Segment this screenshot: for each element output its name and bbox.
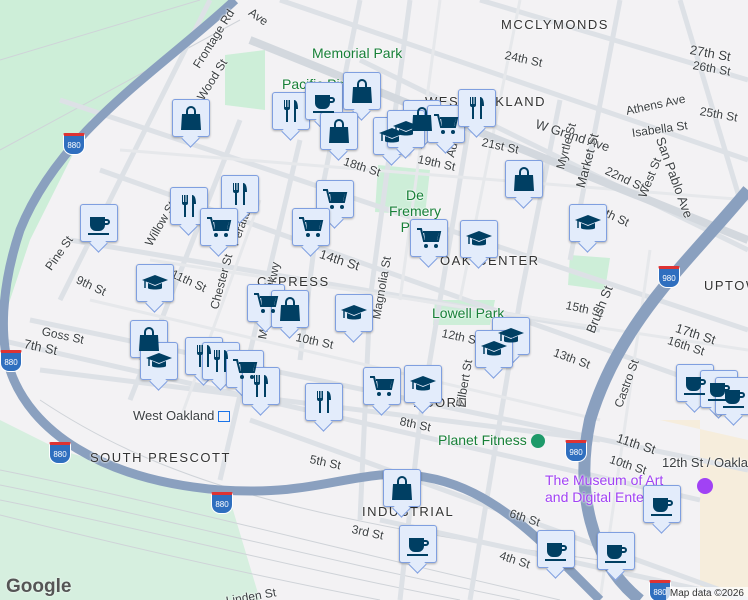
marker-shopping-cart[interactable]	[427, 105, 465, 143]
restaurant-icon	[254, 375, 268, 397]
poi-planet-fitness[interactable]: Planet Fitness	[438, 432, 545, 449]
transit-station-west-oakland[interactable]: West Oakland	[133, 408, 231, 423]
restaurant-icon	[284, 100, 298, 122]
marker-shopping-bag[interactable]	[383, 469, 421, 507]
highway-shield-880: 880	[0, 350, 22, 372]
highway-shield-880: 880	[49, 442, 71, 464]
shopping-cart-icon	[434, 114, 459, 134]
education-icon	[393, 121, 419, 136]
coffee-icon	[545, 543, 567, 561]
marker-shopping-cart[interactable]	[200, 208, 238, 246]
marker-education[interactable]	[404, 365, 442, 403]
marker-restaurant[interactable]	[170, 187, 208, 225]
park-area	[225, 50, 265, 110]
marker-coffee[interactable]	[537, 530, 575, 568]
shopping-bag-icon	[392, 476, 412, 500]
neighborhood-label: MCCLYMONDS	[501, 17, 609, 32]
restaurant-icon	[317, 391, 331, 413]
restaurant-icon	[470, 97, 484, 119]
marker-coffee[interactable]	[399, 525, 437, 563]
marker-restaurant[interactable]	[305, 383, 343, 421]
shopping-cart-icon	[299, 217, 324, 237]
transit-label: West Oakland	[133, 408, 215, 423]
highway-shield-880: 880	[63, 133, 85, 155]
shopping-bag-icon	[280, 297, 300, 321]
marker-restaurant[interactable]	[221, 175, 259, 213]
marker-education[interactable]	[460, 220, 498, 258]
marker-shopping-bag[interactable]	[320, 112, 358, 150]
train-icon	[218, 411, 231, 423]
marker-shopping-bag[interactable]	[505, 160, 543, 198]
marker-coffee[interactable]	[643, 485, 681, 523]
shopping-cart-icon	[370, 376, 395, 396]
museum-pin-icon	[697, 478, 713, 494]
education-icon	[481, 341, 507, 356]
marker-education[interactable]	[387, 110, 425, 148]
marker-shopping-cart[interactable]	[363, 367, 401, 405]
highway-shield-880: 880	[211, 492, 233, 514]
marker-coffee[interactable]	[715, 377, 748, 415]
shopping-cart-icon	[207, 217, 232, 237]
marker-education[interactable]	[136, 264, 174, 302]
education-icon	[575, 215, 601, 230]
marker-shopping-bag[interactable]	[271, 290, 309, 328]
shopping-cart-icon	[417, 228, 442, 248]
marker-education[interactable]	[475, 330, 513, 368]
poi-label: Planet Fitness	[438, 432, 527, 448]
restaurant-icon	[182, 195, 196, 217]
gym-pin-icon	[530, 434, 545, 449]
marker-shopping-cart[interactable]	[410, 219, 448, 257]
coffee-icon	[723, 390, 745, 408]
marker-education[interactable]	[335, 294, 373, 332]
transit-label[interactable]: 12th St / Oakla	[662, 455, 748, 470]
google-logo: Google	[6, 576, 72, 597]
shopping-bag-icon	[181, 106, 201, 130]
neighborhood-label: UPTOWN	[704, 278, 748, 293]
education-icon	[146, 353, 172, 368]
park-label: Memorial Park	[312, 45, 403, 61]
shopping-bag-icon	[329, 119, 349, 143]
marker-education[interactable]	[140, 342, 178, 380]
marker-restaurant[interactable]	[242, 367, 280, 405]
marker-coffee[interactable]	[597, 532, 635, 570]
education-icon	[341, 305, 367, 320]
coffee-icon	[605, 545, 627, 563]
education-icon	[466, 231, 492, 246]
highway-shield-980: 980	[658, 266, 680, 288]
restaurant-icon	[233, 183, 247, 205]
shopping-bag-icon	[514, 167, 534, 191]
marker-shopping-cart[interactable]	[292, 208, 330, 246]
coffee-icon	[651, 498, 673, 516]
education-icon	[142, 275, 168, 290]
marker-restaurant[interactable]	[458, 89, 496, 127]
shopping-cart-icon	[323, 189, 348, 209]
shopping-bag-icon	[352, 79, 372, 103]
education-icon	[410, 376, 436, 391]
map-attribution[interactable]: Map data ©2026	[665, 587, 748, 600]
marker-coffee[interactable]	[305, 82, 343, 120]
marker-shopping-bag[interactable]	[343, 72, 381, 110]
marker-restaurant[interactable]	[272, 92, 310, 130]
coffee-icon	[313, 95, 335, 113]
coffee-icon	[88, 217, 110, 235]
map-canvas[interactable]: 880 880 880 880 880 980 980 MCCLYMONDS W…	[0, 0, 748, 600]
marker-shopping-bag[interactable]	[172, 99, 210, 137]
marker-coffee[interactable]	[80, 204, 118, 242]
coffee-icon	[407, 538, 429, 556]
neighborhood-label: SOUTH PRESCOTT	[90, 450, 231, 465]
marker-education[interactable]	[569, 204, 607, 242]
highway-shield-980: 980	[565, 440, 587, 462]
